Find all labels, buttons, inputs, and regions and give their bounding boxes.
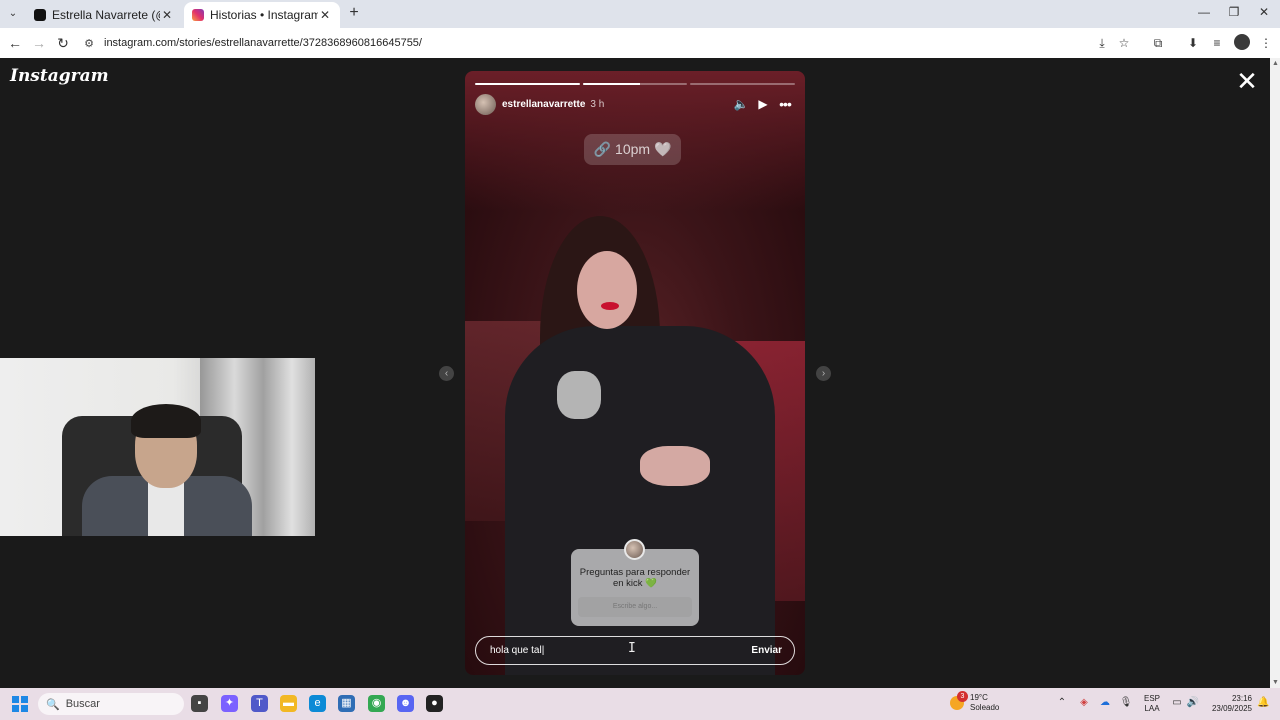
browser-toolbar: ← → ↻ ⚙ instagram.com/stories/estrellana… [0,28,1280,58]
link-icon: 🔗 [593,141,612,157]
instagram-logo[interactable]: Instagram [10,66,109,86]
taskbar-folder-icon[interactable]: ▬ [280,695,297,712]
story-progress-bar [475,83,796,85]
tab-instagram-stories[interactable]: Historias • Instagram ✕ [184,2,340,28]
story-timestamp: 3 h [590,98,605,110]
site-info-icon[interactable]: ⚙ [80,37,98,50]
tab-title: Estrella Navarrete (@estrellan... [52,8,160,22]
weather-widget[interactable]: 3 19°C Soleado [950,691,1000,713]
mute-icon[interactable]: 🔈 [731,94,751,114]
story-person-lips [601,302,619,310]
story-person-hands [640,446,710,486]
story-username[interactable]: estrellanavarrette [502,99,585,110]
downloads-icon[interactable]: ⬇ [1185,35,1201,51]
link-sticker[interactable]: 🔗 10pm 🤍 [584,134,681,165]
progress-fill [475,83,580,85]
system-clock[interactable]: 23:16 23/09/2025 [1206,694,1252,714]
reload-button[interactable]: ↻ [54,34,72,52]
language-code: ESP [1144,694,1161,703]
close-story-button[interactable]: ✕ [1234,68,1260,94]
clock-time: 23:16 [1231,694,1252,703]
text-cursor-icon: I [628,641,636,656]
sun-icon: 3 [950,691,968,710]
reply-input[interactable]: hola que tal [490,645,751,656]
webcam-person-hair [131,404,201,438]
show-hidden-icons[interactable]: ⌃ [1055,697,1069,708]
clock-date: 23/09/2025 [1211,704,1252,713]
progress-segment [582,83,688,85]
question-sticker[interactable]: Preguntas para responder en kick 💚 Escri… [571,539,699,626]
link-sticker-text: 10pm 🤍 [615,141,672,157]
tiktok-favicon-icon [34,9,46,21]
taskbar-obs-icon[interactable]: ● [426,695,443,712]
weather-badge: 3 [957,691,968,702]
back-button[interactable]: ← [6,34,24,52]
close-window-button[interactable]: ✕ [1254,5,1274,19]
question-sticker-title: Preguntas para responder en kick 💚 [579,567,691,589]
tab-search-icon[interactable]: ⌄ [4,5,22,23]
story-sweater-print [557,371,601,419]
media-control-icon[interactable]: ≡ [1209,35,1225,51]
more-options-icon[interactable]: ••• [775,94,795,114]
search-icon: 🔍 [46,698,60,711]
taskbar-search[interactable]: 🔍 Buscar [38,693,184,715]
previous-story-button[interactable]: ‹ [439,366,454,381]
story-person-face [577,251,637,329]
taskbar-copilot-icon[interactable]: ✦ [221,695,238,712]
question-sticker-input[interactable]: Escribe algo... [578,597,692,617]
close-tab-icon[interactable]: ✕ [160,8,174,22]
taskbar-chrome-icon[interactable]: ◉ [368,695,385,712]
taskbar-edge-icon[interactable]: e [309,695,326,712]
search-placeholder: Buscar [65,698,100,710]
scroll-down-icon[interactable]: ▼ [1272,679,1279,686]
browser-tabstrip: ⌄ Estrella Navarrete (@estrellan... ✕ Hi… [0,0,1280,28]
windows-start-icon[interactable] [12,696,28,712]
security-icon[interactable]: ◈ [1077,697,1091,708]
question-sticker-avatar [624,539,645,560]
play-icon[interactable]: ▶ [753,94,773,114]
volume-icon[interactable]: 🔊 [1186,697,1200,708]
restore-button[interactable]: ❐ [1224,5,1244,19]
send-button[interactable]: Enviar [751,645,782,656]
address-bar[interactable]: ⚙ instagram.com/stories/estrellanavarret… [80,31,1140,55]
scroll-up-icon[interactable]: ▲ [1272,60,1279,67]
taskbar-store-icon[interactable]: ▦ [338,695,355,712]
webcam-person-shirt [148,480,184,536]
progress-segment [690,83,796,85]
story-header: estrellanavarrette 3 h 🔈 ▶ ••• [475,93,795,115]
taskbar-file-explorer-icon[interactable]: ▪ [191,695,208,712]
new-tab-button[interactable]: + [346,4,362,22]
install-app-icon[interactable]: ⤓ [1094,35,1110,51]
weather-condition: Soleado [970,703,1000,712]
extensions-icon[interactable]: ⧉ [1150,35,1166,51]
forward-button[interactable]: → [30,34,48,52]
keyboard-layout: LAA [1144,704,1160,713]
next-story-button[interactable]: › [816,366,831,381]
instagram-favicon-icon [192,9,204,21]
url-text[interactable]: instagram.com/stories/estrellanavarrette… [104,37,422,49]
page-scrollbar[interactable]: ▲ ▼ [1270,58,1280,688]
progress-segment [475,83,580,85]
taskbar-teams-icon[interactable]: T [251,695,268,712]
close-tab-icon[interactable]: ✕ [318,8,332,22]
profile-avatar[interactable] [1234,34,1250,50]
windows-taskbar: 🔍 Buscar ▪ ✦ T ▬ e ▦ ◉ ☻ ● 3 19°C Soleado ⌃ ◈ ☁ … [0,688,1280,720]
notifications-icon[interactable]: 🔔 [1257,697,1269,708]
minimize-button[interactable]: — [1194,5,1214,19]
language-indicator[interactable]: ESP LAA [1144,694,1160,714]
story-viewer[interactable]: estrellanavarrette 3 h 🔈 ▶ ••• 🔗 10pm 🤍 … [465,71,805,675]
webcam-overlay [0,358,315,536]
network-icon[interactable]: ▭ [1170,697,1184,708]
onedrive-icon[interactable]: ☁ [1098,697,1112,708]
story-avatar[interactable] [475,93,496,115]
bookmark-star-icon[interactable]: ☆ [1116,35,1132,51]
weather-temp: 19°C [970,693,988,702]
tab-estrella-profile[interactable]: Estrella Navarrete (@estrellan... ✕ [26,2,182,28]
tab-title: Historias • Instagram [210,8,318,22]
microphone-icon[interactable]: 🎙 [1119,697,1133,708]
taskbar-discord-icon[interactable]: ☻ [397,695,414,712]
progress-fill [582,83,641,85]
chrome-menu-icon[interactable]: ⋮ [1258,35,1274,51]
